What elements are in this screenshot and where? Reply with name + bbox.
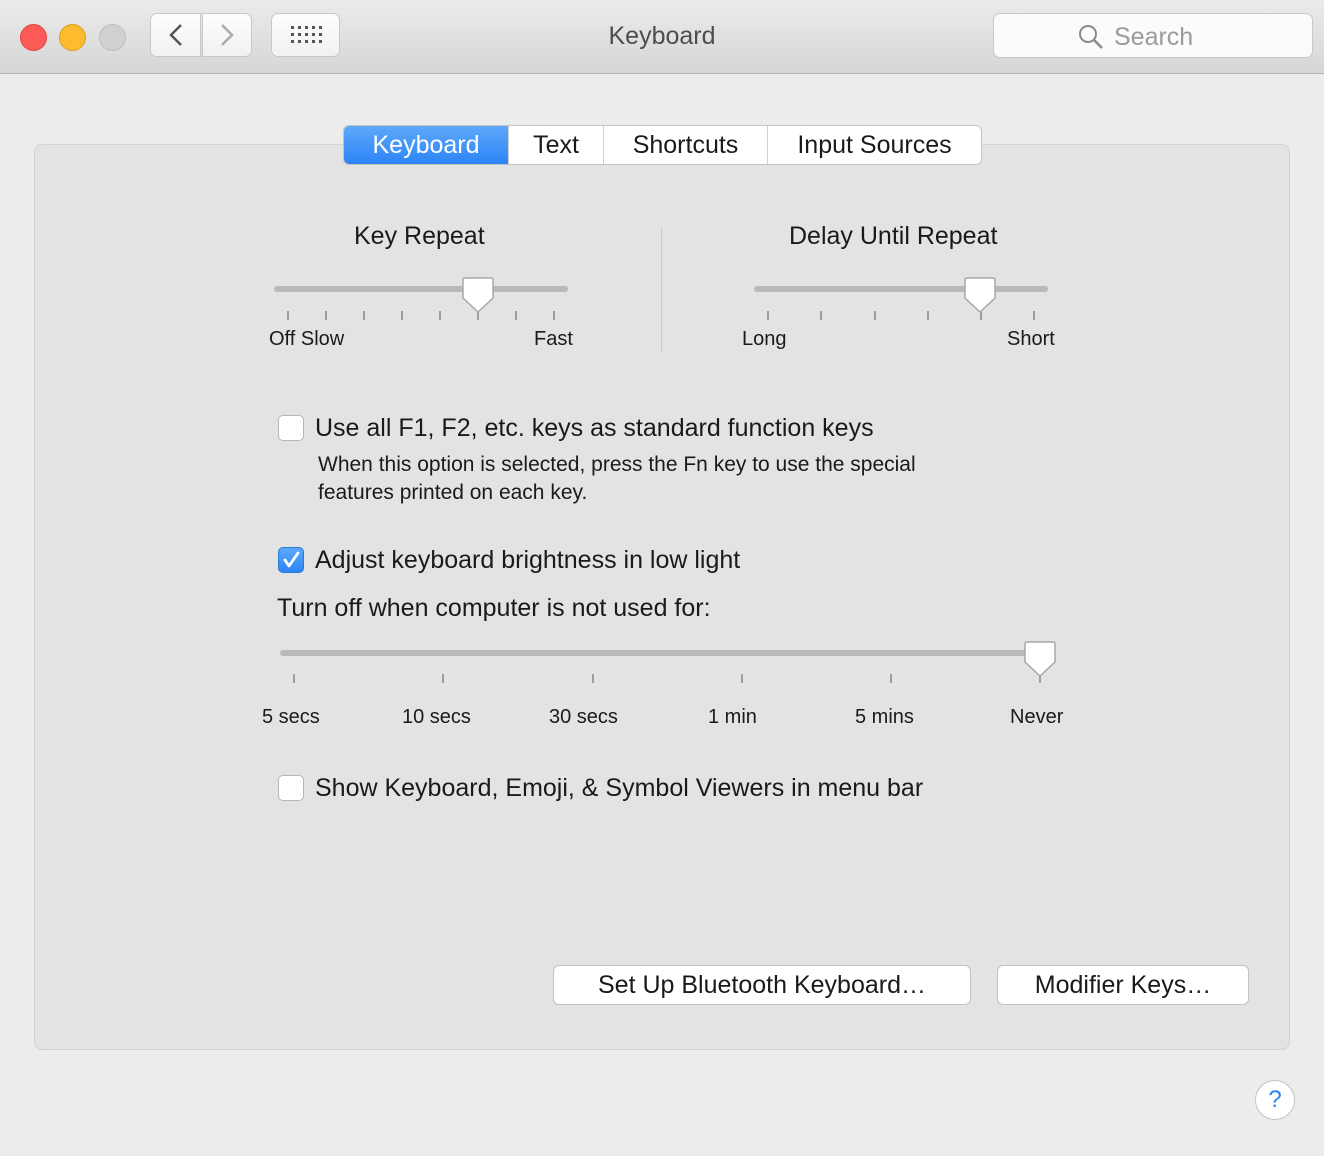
delay-tick bbox=[1033, 311, 1035, 320]
key-repeat-slider-thumb[interactable] bbox=[462, 276, 494, 314]
key-repeat-tick bbox=[325, 311, 327, 320]
search-icon bbox=[1079, 25, 1103, 49]
turn-off-option-10-secs: 10 secs bbox=[402, 706, 471, 728]
delay-slider-thumb[interactable] bbox=[964, 276, 996, 314]
function-keys-label[interactable]: Use all F1, F2, etc. keys as standard fu… bbox=[315, 414, 874, 443]
help-button[interactable]: ? bbox=[1255, 1080, 1295, 1120]
search-placeholder: Search bbox=[1114, 23, 1194, 51]
brightness-checkbox[interactable] bbox=[278, 547, 304, 573]
tab-shortcuts[interactable]: Shortcuts bbox=[603, 126, 767, 164]
viewers-label[interactable]: Show Keyboard, Emoji, & Symbol Viewers i… bbox=[315, 774, 923, 803]
turn-off-option-1-min: 1 min bbox=[708, 706, 757, 728]
delay-tick bbox=[927, 311, 929, 320]
delay-until-repeat-title: Delay Until Repeat bbox=[789, 222, 998, 250]
key-repeat-tick bbox=[363, 311, 365, 320]
title-bar: Keyboard Search bbox=[0, 0, 1324, 74]
key-repeat-tick bbox=[401, 311, 403, 320]
function-keys-help-line-1: When this option is selected, press the … bbox=[318, 453, 916, 476]
tab-input-sources[interactable]: Input Sources bbox=[767, 126, 981, 164]
key-repeat-tick bbox=[439, 311, 441, 320]
slider-divider bbox=[661, 228, 662, 352]
key-repeat-tick bbox=[553, 311, 555, 320]
turn-off-slider-thumb[interactable] bbox=[1024, 640, 1056, 678]
turn-off-option-5-mins: 5 mins bbox=[855, 706, 914, 728]
turn-off-tick bbox=[741, 674, 743, 683]
modifier-keys-button[interactable]: Modifier Keys… bbox=[997, 965, 1249, 1005]
turn-off-tick bbox=[442, 674, 444, 683]
key-repeat-tick bbox=[287, 311, 289, 320]
delay-track bbox=[754, 286, 1048, 292]
key-repeat-min-label: Off Slow bbox=[269, 328, 345, 350]
search-field[interactable]: Search bbox=[993, 13, 1313, 58]
turn-off-option-5-secs: 5 secs bbox=[262, 706, 320, 728]
turn-off-track bbox=[280, 650, 1054, 656]
tab-bar: Keyboard Text Shortcuts Input Sources bbox=[343, 125, 982, 165]
delay-tick bbox=[767, 311, 769, 320]
checkmark-icon bbox=[283, 551, 300, 568]
tab-keyboard[interactable]: Keyboard bbox=[344, 126, 508, 164]
turn-off-tick bbox=[592, 674, 594, 683]
delay-max-label: Short bbox=[1007, 328, 1055, 350]
turn-off-option-never: Never bbox=[1010, 706, 1064, 728]
tab-text[interactable]: Text bbox=[508, 126, 603, 164]
key-repeat-max-label: Fast bbox=[534, 328, 573, 350]
turn-off-tick bbox=[890, 674, 892, 683]
turn-off-tick bbox=[293, 674, 295, 683]
function-keys-checkbox[interactable] bbox=[278, 415, 304, 441]
key-repeat-tick bbox=[515, 311, 517, 320]
delay-tick bbox=[820, 311, 822, 320]
function-keys-help-line-2: features printed on each key. bbox=[318, 481, 588, 504]
turn-off-label: Turn off when computer is not used for: bbox=[277, 594, 711, 622]
setup-bluetooth-keyboard-button[interactable]: Set Up Bluetooth Keyboard… bbox=[553, 965, 971, 1005]
turn-off-option-30-secs: 30 secs bbox=[549, 706, 618, 728]
delay-tick bbox=[874, 311, 876, 320]
key-repeat-title: Key Repeat bbox=[354, 222, 485, 250]
key-repeat-track bbox=[274, 286, 568, 292]
delay-min-label: Long bbox=[742, 328, 787, 350]
viewers-checkbox[interactable] bbox=[278, 775, 304, 801]
brightness-label[interactable]: Adjust keyboard brightness in low light bbox=[315, 546, 740, 575]
